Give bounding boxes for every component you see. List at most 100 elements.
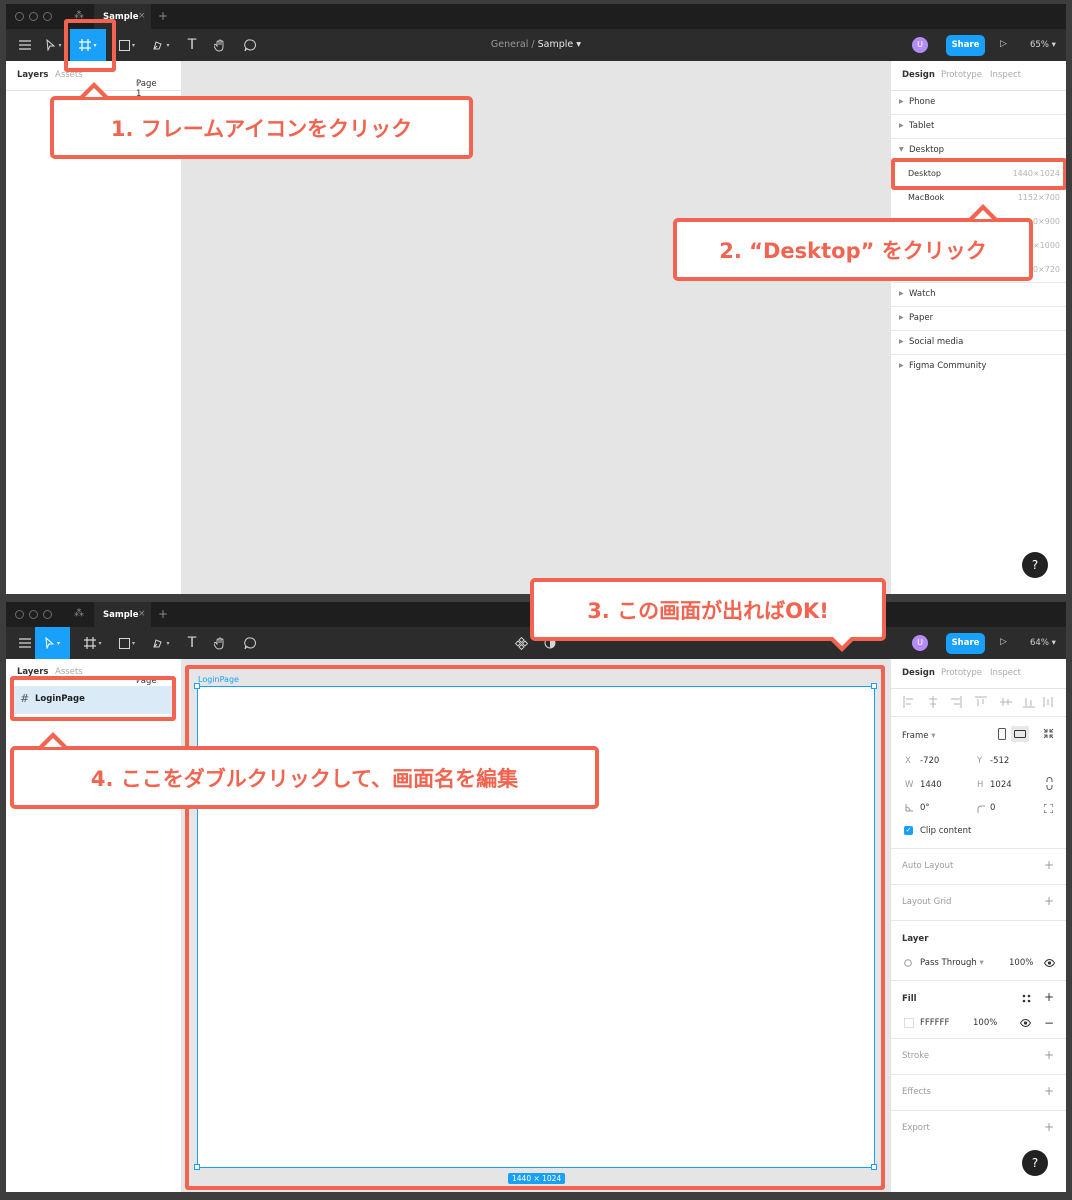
zoom-light[interactable] xyxy=(43,12,52,21)
w-input[interactable]: 1440 xyxy=(920,780,942,790)
share-button[interactable]: Share xyxy=(946,633,985,654)
x-input[interactable]: -720 xyxy=(920,756,939,766)
play-icon[interactable]: ▷ xyxy=(1000,39,1007,49)
breadcrumb-file[interactable]: Sample xyxy=(538,39,574,50)
preset-group-paper[interactable]: ▶ Paper xyxy=(891,307,1066,331)
y-label: Y xyxy=(977,756,983,766)
eye-icon[interactable] xyxy=(1020,1019,1031,1027)
zoom-menu[interactable]: 65% ▾ xyxy=(1030,40,1056,50)
callout-3: 3. この画面が出ればOK! xyxy=(530,578,886,641)
eye-icon[interactable] xyxy=(1044,959,1055,967)
chevron-down-icon[interactable]: ▾ xyxy=(573,39,581,50)
minimize-light[interactable] xyxy=(29,12,38,21)
add-stroke-icon[interactable]: + xyxy=(1044,1048,1054,1062)
callout-1-pointer xyxy=(79,82,109,97)
add-auto-layout-icon[interactable]: + xyxy=(1044,858,1054,872)
callout-4: 4. ここをダブルクリックして、画面名を編集 xyxy=(10,746,599,809)
fill-swatch[interactable] xyxy=(904,1018,914,1028)
hand-tool-icon[interactable] xyxy=(208,627,232,659)
portrait-icon[interactable] xyxy=(998,728,1006,740)
landscape-icon xyxy=(1014,730,1026,738)
preset-group-phone[interactable]: ▶ Phone xyxy=(891,91,1066,115)
close-light[interactable] xyxy=(15,12,24,21)
breadcrumb-separator: / xyxy=(531,39,535,50)
avatar[interactable]: U xyxy=(912,37,928,53)
preset-size: 0×720 xyxy=(1032,265,1060,274)
shape-tool[interactable]: ▾ xyxy=(112,627,142,659)
preset-group-tablet[interactable]: ▶ Tablet xyxy=(891,115,1066,139)
tab-prototype[interactable]: Prototype xyxy=(941,668,982,678)
layer-opacity-input[interactable]: 100% xyxy=(1009,958,1033,968)
add-fill-icon[interactable]: + xyxy=(1044,990,1054,1004)
rotation-input[interactable]: 0° xyxy=(920,803,930,813)
blend-mode-value: Pass Through xyxy=(920,958,977,968)
h-label: H xyxy=(977,780,984,790)
frame-section-title[interactable]: Frame ▾ xyxy=(902,731,935,741)
breadcrumb-team[interactable]: General xyxy=(491,39,528,50)
layer-section-title: Layer xyxy=(902,934,929,944)
comment-tool-icon[interactable] xyxy=(238,627,262,659)
landscape-button[interactable] xyxy=(1011,726,1029,742)
tab-inspect[interactable]: Inspect xyxy=(990,70,1021,80)
preset-group-label: Paper xyxy=(909,313,934,323)
screenshot-2: ⁂ Sample × + ▾ ▾ ▾ ▾ T U Share ▷ 64% ▾ L… xyxy=(6,602,1066,1192)
frame-tool[interactable]: ▾ xyxy=(78,627,108,659)
new-tab-button[interactable]: + xyxy=(158,607,168,621)
auto-layout-title: Auto Layout xyxy=(902,861,954,871)
align-icons[interactable] xyxy=(903,696,1053,708)
tab-close-icon[interactable]: × xyxy=(138,11,146,21)
tab-design[interactable]: Design xyxy=(902,70,935,80)
preset-group-social-media[interactable]: ▶ Social media xyxy=(891,331,1066,355)
new-tab-button[interactable]: + xyxy=(158,9,168,23)
help-button[interactable]: ? xyxy=(1022,1150,1048,1176)
preset-group-watch[interactable]: ▶ Watch xyxy=(891,283,1066,307)
highlight-desktop-preset xyxy=(891,158,1066,190)
zoom-menu[interactable]: 64% ▾ xyxy=(1030,638,1056,648)
close-light[interactable] xyxy=(15,610,24,619)
window-controls[interactable] xyxy=(15,12,52,21)
share-button[interactable]: Share xyxy=(946,35,985,56)
constrain-proportions-icon[interactable] xyxy=(1046,777,1053,790)
stroke-title: Stroke xyxy=(902,1051,930,1061)
add-effect-icon[interactable]: + xyxy=(1044,1084,1054,1098)
caret-right-icon: ▶ xyxy=(899,314,904,321)
right-panel: Design Prototype Inspect Frame ▾ X -720 … xyxy=(890,659,1066,1192)
fill-opacity-input[interactable]: 100% xyxy=(973,1018,997,1028)
tab-inspect[interactable]: Inspect xyxy=(990,668,1021,678)
tab-layers[interactable]: Layers xyxy=(17,70,48,80)
y-input[interactable]: -512 xyxy=(990,756,1009,766)
export-section: Export + xyxy=(891,1111,1066,1147)
corner-radius-input[interactable]: 0 xyxy=(990,803,995,813)
figma-logo-icon[interactable]: ⁂ xyxy=(74,608,84,619)
move-tool[interactable]: ▾ xyxy=(35,627,70,659)
title-bar: ⁂ Sample × + xyxy=(6,4,1066,29)
highlight-layer-row xyxy=(10,676,176,721)
frame-section: Frame ▾ X -720 Y -512 W 1440 H 1024 0° 0… xyxy=(891,717,1066,849)
avatar[interactable]: U xyxy=(912,635,928,651)
clip-content-checkbox[interactable]: ✓ xyxy=(904,826,913,835)
tab-design[interactable]: Design xyxy=(902,668,935,678)
resize-to-fit-icon[interactable] xyxy=(1043,728,1054,739)
blend-mode-select[interactable]: Pass Through ▾ xyxy=(920,958,984,968)
fill-hex-input[interactable]: FFFFFF xyxy=(920,1018,949,1028)
add-export-icon[interactable]: + xyxy=(1044,1120,1054,1134)
add-layout-grid-icon[interactable]: + xyxy=(1044,894,1054,908)
text-tool-icon[interactable]: T xyxy=(180,627,204,659)
remove-fill-icon[interactable]: − xyxy=(1044,1016,1054,1030)
styles-icon[interactable] xyxy=(1022,994,1031,1003)
play-icon[interactable]: ▷ xyxy=(1000,637,1007,647)
highlight-frame-tool xyxy=(64,19,116,72)
zoom-light[interactable] xyxy=(43,610,52,619)
window-controls[interactable] xyxy=(15,610,52,619)
tab-close-icon[interactable]: × xyxy=(138,609,146,619)
caret-right-icon: ▶ xyxy=(899,290,904,297)
help-button[interactable]: ? xyxy=(1022,552,1048,578)
pen-tool-icon[interactable]: ▾ xyxy=(146,627,176,659)
preset-group-figma-community[interactable]: ▶ Figma Community xyxy=(891,355,1066,379)
independent-corners-icon[interactable] xyxy=(1044,804,1053,813)
h-input[interactable]: 1024 xyxy=(990,780,1012,790)
minimize-light[interactable] xyxy=(29,610,38,619)
tab-prototype[interactable]: Prototype xyxy=(941,70,982,80)
file-tab[interactable]: Sample × xyxy=(94,602,151,627)
effects-section: Effects + xyxy=(891,1075,1066,1111)
